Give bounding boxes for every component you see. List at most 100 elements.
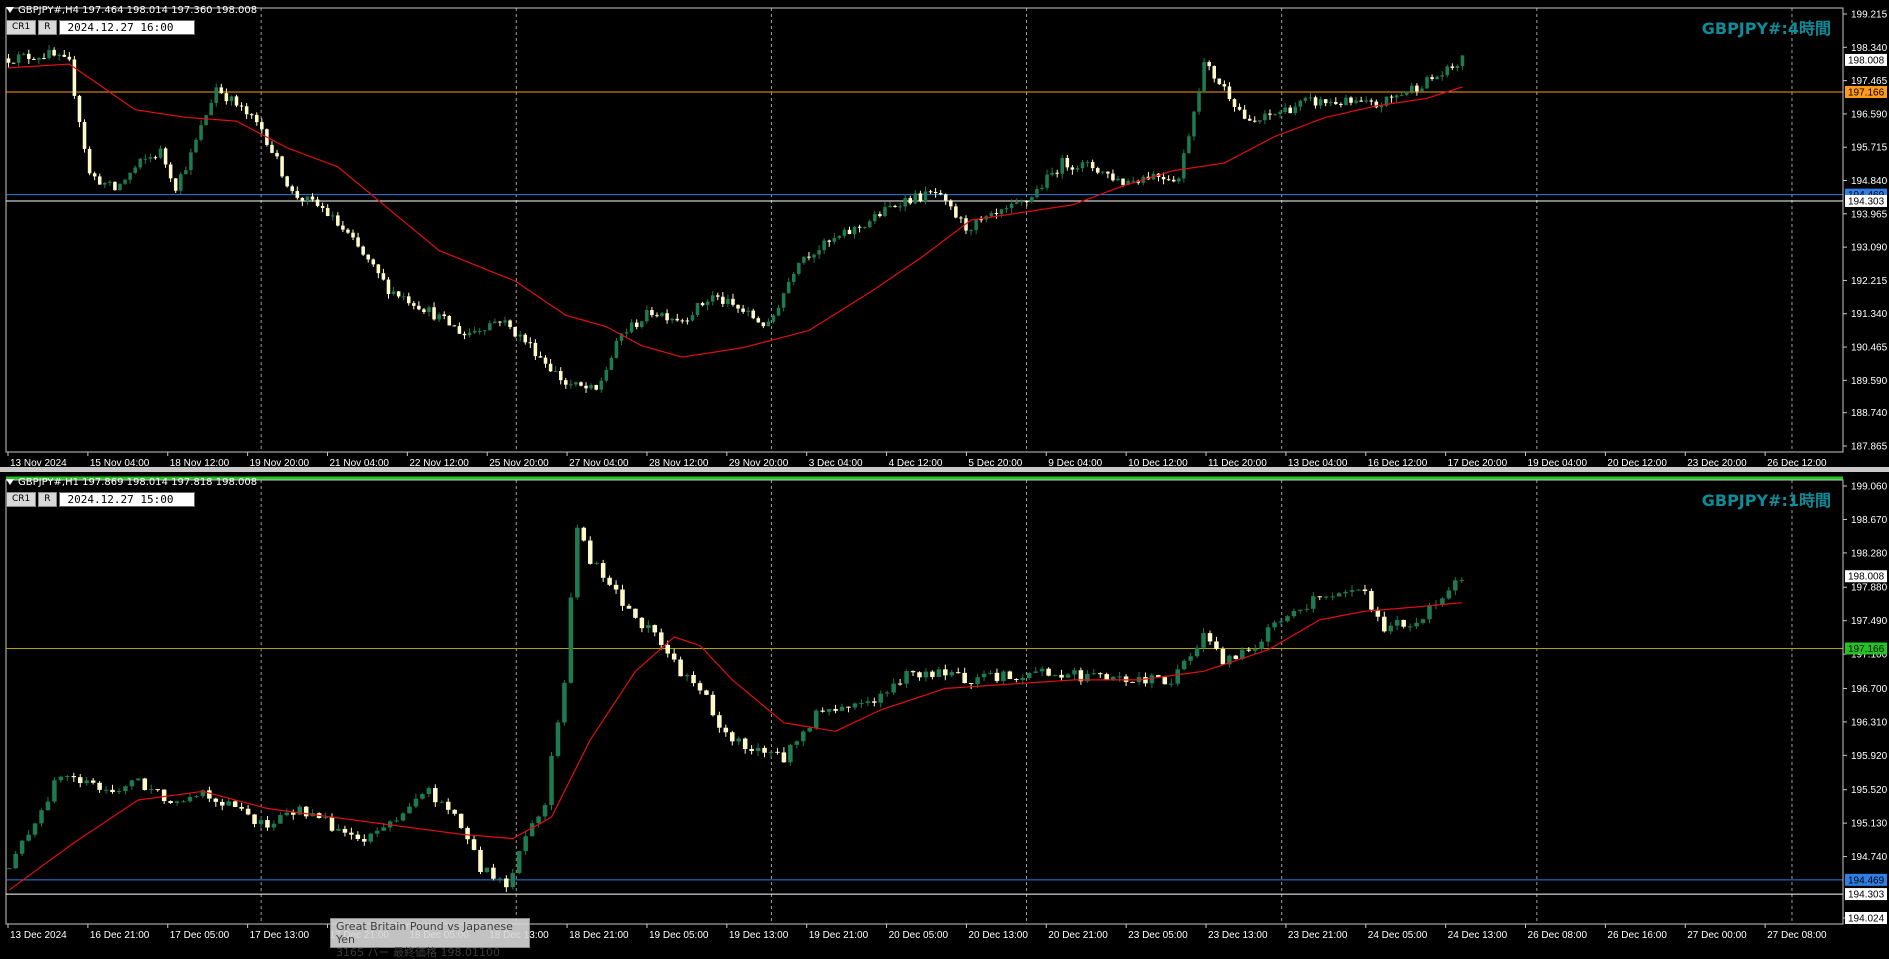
candle-body xyxy=(239,806,244,809)
tooltip-line-2: 3165 バー 最終価格 198.01100 xyxy=(336,946,500,959)
candle-body xyxy=(955,672,961,674)
candle-body xyxy=(599,380,604,390)
candle-body xyxy=(1202,62,1206,93)
candle-body xyxy=(1085,162,1090,164)
candle-body xyxy=(386,279,391,294)
candle-body xyxy=(918,193,923,202)
price-tick-label: 196.590 xyxy=(1851,109,1888,120)
candle-body xyxy=(1356,589,1361,591)
candle-body xyxy=(220,801,225,806)
candle-body xyxy=(84,780,89,784)
h1-cr1-button[interactable]: CR1 xyxy=(6,492,37,507)
candle-body xyxy=(1052,674,1058,676)
candle-body xyxy=(837,235,842,238)
candle-body xyxy=(949,672,955,676)
candle-body xyxy=(802,256,806,263)
candle-body xyxy=(1065,674,1071,678)
price-tick-label: 193.965 xyxy=(1851,209,1888,220)
time-tick-label: 16 Dec 12:00 xyxy=(1368,458,1428,467)
candle-body xyxy=(891,683,896,693)
candle-body xyxy=(374,830,380,834)
candle-body xyxy=(523,836,528,852)
time-tick-label: 26 Dec 16:00 xyxy=(1607,930,1667,941)
candle-body xyxy=(1065,158,1070,168)
h1-header-text: GBPJPY#,H1 197.869 198.014 197.818 198.0… xyxy=(18,477,258,488)
time-tick-label: 19 Dec 04:00 xyxy=(1528,458,1588,467)
price-tick-label: 195.715 xyxy=(1851,143,1888,154)
chart-panel-h1[interactable]: 199.060 198.670 198.280 197.880 197.490 197.1… xyxy=(0,472,1889,944)
candle-body xyxy=(1227,86,1232,100)
time-tick-label: 4 Dec 12:00 xyxy=(889,458,943,467)
candle-body xyxy=(807,256,811,258)
candle-body xyxy=(401,296,406,298)
candle-body xyxy=(665,313,669,321)
h4-button-row: CR1 R 2024.12.27 16:00 xyxy=(6,20,195,35)
candle-body xyxy=(136,778,141,781)
candle-body xyxy=(794,741,800,745)
candle-body xyxy=(826,709,832,712)
candle-body xyxy=(979,219,983,221)
candle-body xyxy=(467,332,472,336)
h1-r-button[interactable]: R xyxy=(38,492,57,507)
candle-body xyxy=(366,254,370,260)
candle-body xyxy=(1080,162,1085,169)
candle-body xyxy=(1207,62,1211,67)
time-tick-label: 17 Dec 13:00 xyxy=(250,930,310,941)
candle-body xyxy=(21,53,26,55)
candle-body xyxy=(204,115,208,126)
candle-body xyxy=(1369,591,1374,610)
candle-body xyxy=(303,806,309,817)
chart-panel-h4[interactable]: 199.215 198.340 197.465 196.590 195.715 194.8… xyxy=(0,0,1889,467)
time-tick-label: 20 Dec 21:00 xyxy=(1048,930,1108,941)
candle-body xyxy=(488,323,492,331)
collapse-triangle-icon[interactable] xyxy=(6,479,14,485)
candle-body xyxy=(1075,168,1080,170)
h1-date-field[interactable]: 2024.12.27 15:00 xyxy=(58,492,195,507)
candle-body xyxy=(77,95,82,123)
candle-body xyxy=(1123,676,1129,682)
time-tick-label: 17 Dec 05:00 xyxy=(170,930,230,941)
collapse-triangle-icon[interactable] xyxy=(6,7,14,13)
h4-cr1-button[interactable]: CR1 xyxy=(6,20,37,35)
candle-body xyxy=(491,867,496,879)
candle-body xyxy=(1336,593,1342,597)
time-tick-label: 15 Nov 04:00 xyxy=(90,458,150,467)
h1-chart-canvas[interactable]: 199.060 198.670 198.280 197.880 197.490 197.1… xyxy=(0,472,1889,944)
h4-chart-canvas[interactable]: 199.215 198.340 197.465 196.590 195.715 194.8… xyxy=(0,0,1889,467)
candle-body xyxy=(594,563,599,565)
h4-r-button[interactable]: R xyxy=(38,20,57,35)
candle-body xyxy=(1130,681,1135,683)
candle-body xyxy=(801,731,806,742)
price-tick-label: 195.130 xyxy=(1851,819,1888,830)
candle-body xyxy=(108,181,112,183)
candle-body xyxy=(26,834,31,841)
time-tick-label: 23 Dec 21:00 xyxy=(1288,930,1348,941)
candle-body xyxy=(807,728,813,732)
candle-body xyxy=(148,157,153,159)
candle-body xyxy=(1091,673,1097,675)
candle-body xyxy=(974,219,978,231)
candle-body xyxy=(368,833,374,842)
candle-body xyxy=(1247,118,1252,121)
candle-body xyxy=(726,298,730,304)
candle-body xyxy=(71,776,77,778)
candle-body xyxy=(265,820,270,828)
candle-body xyxy=(1344,97,1348,106)
candle-body xyxy=(420,794,425,799)
candle-body xyxy=(943,669,948,676)
candle-body xyxy=(1445,66,1450,76)
candle-body xyxy=(923,671,929,678)
h1-button-row: CR1 R 2024.12.27 15:00 xyxy=(6,492,195,507)
candle-body xyxy=(285,176,289,187)
candle-body xyxy=(1001,671,1006,681)
candle-body xyxy=(1166,179,1171,181)
candle-body xyxy=(655,315,659,317)
candle-body xyxy=(1207,633,1213,642)
candle-body xyxy=(437,314,441,320)
candle-body xyxy=(1033,671,1038,673)
candle-body xyxy=(396,291,401,297)
h4-date-field[interactable]: 2024.12.27 16:00 xyxy=(58,20,195,35)
candle-body xyxy=(629,322,634,333)
candle-body xyxy=(981,673,987,678)
candle-body xyxy=(493,321,497,324)
